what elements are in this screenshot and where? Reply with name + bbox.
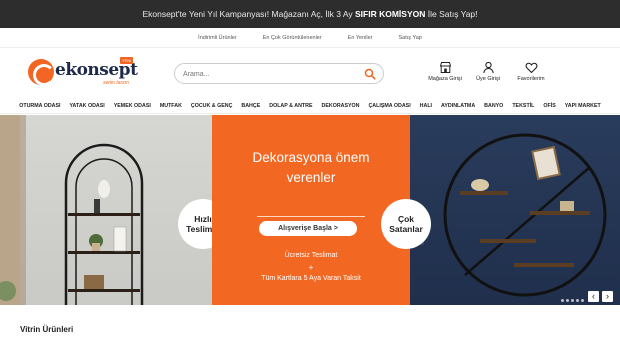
best-sellers-badge[interactable]: Çok Satanlar (381, 199, 431, 249)
headline-line-2: verenler (286, 170, 336, 186)
menu-item[interactable]: HALI (420, 103, 432, 109)
menu-item[interactable]: BAHÇE (241, 103, 260, 109)
menu-item[interactable]: OTURMA ODASI (19, 103, 60, 109)
carousel-dots[interactable] (561, 299, 584, 302)
menu-item[interactable]: ÇALIŞMA ODASI (368, 103, 410, 109)
category-menu: OTURMA ODASI YATAK ODASI YEMEK ODASI MUT… (0, 98, 620, 114)
search-icon[interactable] (364, 68, 376, 80)
subnav-discounted[interactable]: İndirimli Ürünler (198, 35, 237, 41)
showcase-section-title: Vitrin Ürünleri (20, 325, 74, 334)
announcement-bar: Ekonsept'te Yeni Yıl Kampanyası! Mağazan… (0, 0, 620, 28)
plus-sign: + (308, 262, 314, 272)
subnav-newest[interactable]: En Yeniler (348, 35, 373, 41)
menu-item[interactable]: AYDINLATMA (441, 103, 475, 109)
banner-image-right: Çok Satanlar (381, 115, 620, 305)
search-input[interactable] (183, 68, 363, 80)
round-shelf-illustration (410, 133, 607, 297)
menu-item[interactable]: OFİS (543, 103, 555, 109)
menu-item[interactable]: YAPI MARKET (565, 103, 601, 109)
logo-icon (28, 59, 55, 86)
menu-item[interactable]: ÇOCUK & GENÇ (191, 103, 233, 109)
menu-item[interactable]: YEMEK ODASI (114, 103, 151, 109)
subnav-sell[interactable]: Satış Yap (398, 35, 421, 41)
announcement-prefix: Ekonsept'te Yeni Yıl Kampanyası! Mağazan… (142, 9, 353, 19)
logo-tagline: senin tarzın (103, 80, 129, 86)
headline-line-1: Dekorasyona önem (252, 150, 370, 165)
carousel-prev-button[interactable]: ‹ (588, 291, 599, 302)
installment-text: Tüm Kartlara 5 Aya Varan Taksit (261, 275, 361, 283)
menu-item[interactable]: DOLAP & ANTRE (269, 103, 312, 109)
store-login-label: Mağaza Girişi (428, 76, 462, 82)
free-delivery-text: Ücretsiz Teslimat (284, 252, 338, 259)
menu-item[interactable]: YATAK ODASI (70, 103, 105, 109)
logo-badge: YENİ (120, 57, 134, 64)
favorites-button[interactable]: Favorilerim (506, 61, 556, 82)
banner-image-left: Hızlı Teslimat (0, 115, 228, 305)
user-icon (482, 61, 494, 74)
subnav-most-viewed[interactable]: En Çok Görüntülenenler (263, 35, 322, 41)
banner-headline: Dekorasyona önem verenler (212, 148, 410, 189)
header: ekonsept senin tarzın YENİ Mağaza Girişi… (0, 48, 620, 98)
hero-banner[interactable]: Hızlı Teslimat Dekorasyona önem verenler… (0, 115, 620, 305)
start-shopping-button[interactable]: Alışverişe Başla > (259, 221, 357, 236)
store-icon (439, 62, 451, 73)
search-box (174, 63, 384, 84)
favorites-label: Favorilerim (517, 76, 545, 82)
menu-item[interactable]: BANYO (484, 103, 503, 109)
logo[interactable]: ekonsept senin tarzın YENİ (28, 57, 138, 89)
sub-navigation: İndirimli Ürünler En Çok Görüntülenenler… (0, 28, 620, 48)
menu-item[interactable]: MUTFAK (160, 103, 182, 109)
announcement-highlight: SIFIR KOMİSYON (355, 9, 426, 19)
member-login-label: Üye Girişi (476, 76, 500, 82)
banner-promo-panel: Dekorasyona önem verenler Alışverişe Baş… (212, 115, 410, 305)
carousel-next-button[interactable]: › (602, 291, 613, 302)
menu-item[interactable]: DEKORASYON (322, 103, 360, 109)
heart-icon (525, 62, 537, 74)
banner-divider (257, 216, 365, 217)
announcement-suffix: İle Satış Yap! (427, 9, 478, 19)
menu-item[interactable]: TEKSTİL (512, 103, 534, 109)
banner-features: Ücretsiz Teslimat + Tüm Kartlara 5 Aya V… (212, 251, 410, 285)
arched-shelf-illustration (0, 115, 144, 305)
